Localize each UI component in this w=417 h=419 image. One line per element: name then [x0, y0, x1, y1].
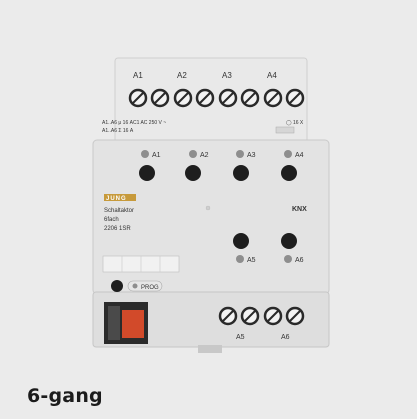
spec-right: ◯ 16 X [286, 120, 304, 126]
led-a5 [236, 255, 244, 263]
push-button-a6[interactable] [281, 233, 297, 249]
led-a2 [189, 150, 197, 158]
brand-logo: JUNG [104, 194, 136, 202]
din-clip [198, 345, 222, 353]
channel-label-a4: A4 [295, 152, 304, 159]
terminal-label-a4: A4 [267, 71, 277, 80]
product-photo: A1 A2 A3 A4 A1..A6 μ 16 AC1 AC 250 V ~ A… [92, 57, 330, 353]
knx-logo: KNX [292, 206, 307, 213]
prog-led [132, 283, 138, 289]
channel-label-a5: A5 [247, 257, 256, 264]
screw-terminal [173, 88, 193, 108]
led-a3 [236, 150, 244, 158]
terminal-label-a5: A5 [236, 334, 245, 341]
spec-line-1: A1..A6 μ 16 AC1 AC 250 V ~ [102, 120, 166, 126]
product-number: 2206 1SR [104, 226, 131, 232]
screw-terminal [285, 306, 305, 326]
screw-terminal [218, 306, 238, 326]
center-mark [205, 205, 211, 211]
label-strip [102, 255, 180, 273]
push-button-a2[interactable] [185, 165, 201, 181]
label-tag [275, 126, 295, 134]
screw-terminal [263, 306, 283, 326]
push-button-a1[interactable] [139, 165, 155, 181]
prog-button[interactable] [111, 280, 123, 292]
product-card[interactable]: A1 A2 A3 A4 A1..A6 μ 16 AC1 AC 250 V ~ A… [0, 0, 417, 419]
screw-terminal [128, 88, 148, 108]
screw-terminal [195, 88, 215, 108]
screw-terminal [285, 88, 305, 108]
terminal-label-a3: A3 [222, 71, 232, 80]
channel-label-a2: A2 [200, 152, 209, 159]
screw-terminal [218, 88, 238, 108]
screw-terminal [240, 88, 260, 108]
terminal-label-a2: A2 [177, 71, 187, 80]
bus-terminal [104, 302, 148, 344]
screw-terminal [240, 306, 260, 326]
led-a1 [141, 150, 149, 158]
channel-label-a1: A1 [152, 152, 161, 159]
product-caption: 6-gang [27, 385, 103, 407]
channel-label-a3: A3 [247, 152, 256, 159]
screw-terminal [150, 88, 170, 108]
product-name: Schaltaktor [104, 208, 134, 214]
terminal-label-a6: A6 [281, 334, 290, 341]
channel-label-a6: A6 [295, 257, 304, 264]
push-button-a4[interactable] [281, 165, 297, 181]
prog-label: PROG [141, 285, 159, 291]
spec-line-2: A1..A6 Σ 16 A [102, 128, 134, 134]
push-button-a5[interactable] [233, 233, 249, 249]
terminal-label-a1: A1 [133, 71, 143, 80]
led-a4 [284, 150, 292, 158]
screw-terminal [263, 88, 283, 108]
product-variant: 6fach [104, 217, 119, 223]
svg-text:JUNG: JUNG [106, 196, 127, 202]
led-a6 [284, 255, 292, 263]
push-button-a3[interactable] [233, 165, 249, 181]
